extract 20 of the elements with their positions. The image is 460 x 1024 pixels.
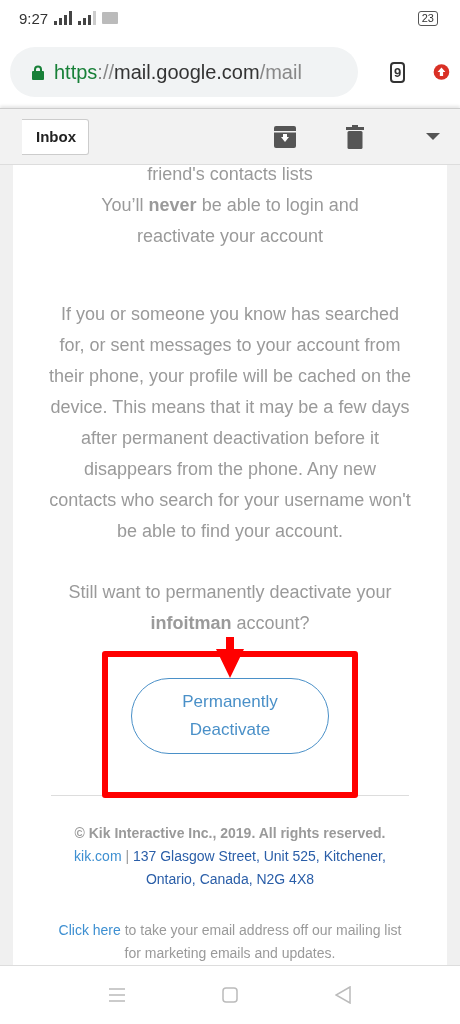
address-text: kik.com | 137 Glasgow Street, Unit 525, Kitchener, Ontario, Canada, N2G 4X8	[73, 847, 387, 889]
tab-count[interactable]: 9	[390, 61, 406, 83]
url-bar[interactable]: https://mail.google.com/mail	[10, 47, 358, 97]
dropdown-icon[interactable]	[426, 132, 440, 141]
email-paragraph: If you or someone you know has searched for, or sent messages to your account from their phone, your profile will be cached on the device. This means that it may be a few days after permanent deactivation before it disappears from the phone. Any new contacts who search for your username won't be able to find your account.	[48, 303, 412, 543]
click-here-link[interactable]: Click here	[58, 922, 121, 938]
trash-icon[interactable]	[346, 124, 364, 149]
battery-level: 23	[417, 10, 438, 26]
lock-icon	[32, 64, 44, 80]
unsubscribe-text: Click here to take your email address off our mailing list for marketing emails and updates.	[57, 921, 403, 963]
url-text: https://mail.google.com/mail	[54, 60, 302, 84]
copyright-text: © Kik Interactive Inc., 2019. All rights reserved.	[74, 825, 386, 841]
permanently-deactivate-button[interactable]: Permanently Deactivate	[131, 678, 329, 754]
site-link[interactable]: kik.com	[74, 848, 122, 864]
email-text: friend's contacts lists	[146, 165, 314, 186]
email-text: You’ll never be able to login and reactivate your account	[100, 194, 360, 248]
clock-time: 9:27	[19, 9, 49, 27]
archive-icon[interactable]	[274, 125, 296, 148]
confirm-question: Still want to permanently deactivate your infoitman account?	[67, 581, 393, 635]
back-button[interactable]: Inbox	[22, 118, 89, 155]
